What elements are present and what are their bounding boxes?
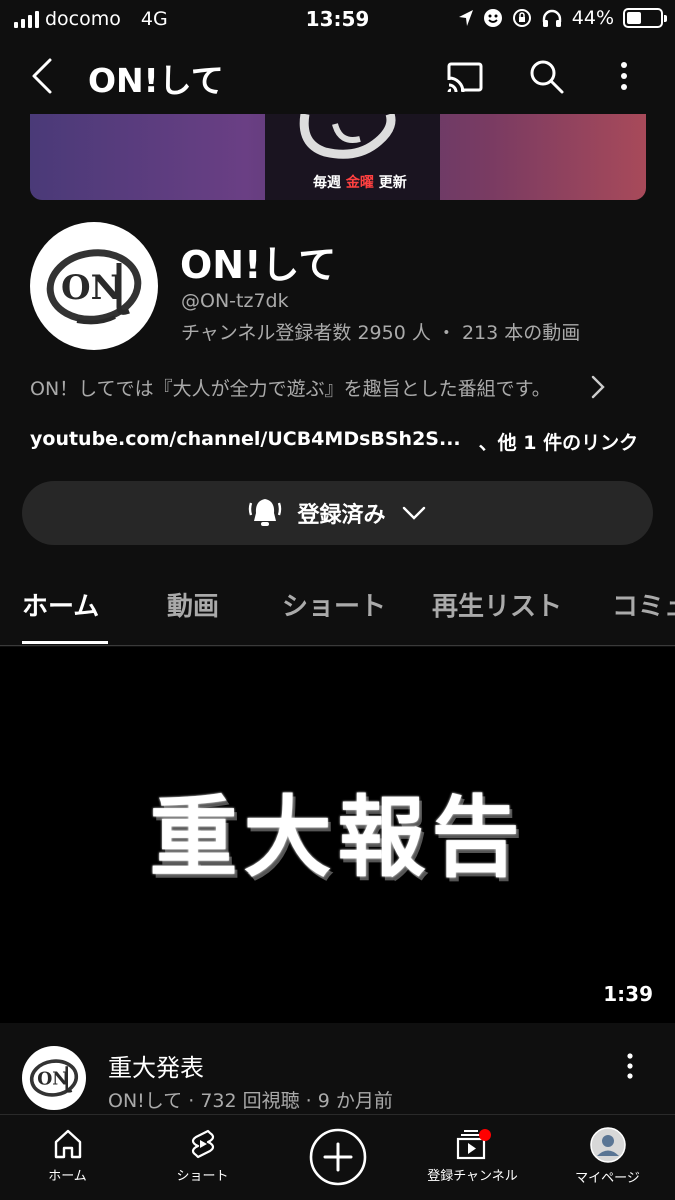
tab-home[interactable]: ホーム (22, 586, 99, 623)
banner-tag-weekly: 毎週 (313, 175, 341, 191)
subscribed-label: 登録済み (297, 503, 386, 528)
nav-library-label: マイページ (575, 1171, 640, 1186)
status-bar: docomo 4G 13:59 44% (0, 0, 675, 38)
video-title[interactable]: 重大発表 (108, 1048, 204, 1083)
nav-library[interactable]: マイページ (540, 1115, 675, 1200)
tab-community[interactable]: コミュ (612, 586, 675, 623)
bottom-navigation: ホーム ショート 登録チャンネル マイページ (0, 1114, 675, 1200)
subscriptions-icon (456, 1129, 491, 1160)
rotation-lock-icon (512, 9, 531, 27)
more-vert-icon[interactable] (604, 56, 644, 96)
face-icon (483, 9, 502, 27)
video-meta: ON!して · 732 回視聴 · 9 か月前 (108, 1090, 393, 1112)
channel-description[interactable]: ON！してでは『大人が全力で遊ぶ』を趣旨とした番組です。 (30, 374, 551, 401)
svg-text:ON: ON (61, 268, 122, 308)
create-icon (309, 1128, 366, 1186)
banner-tag-friday: 金曜 (345, 175, 374, 191)
back-icon[interactable] (26, 56, 62, 96)
headphones-icon (542, 9, 561, 27)
svg-text:ON: ON (37, 1070, 68, 1090)
nav-shorts[interactable]: ショート (135, 1115, 270, 1200)
nav-shorts-label: ショート (176, 1169, 229, 1184)
other-links[interactable]: 、他 1 件のリンク (479, 428, 638, 455)
tab-videos[interactable]: 動画 (167, 586, 219, 623)
featured-video-thumbnail[interactable]: 重大報告 1:39 (0, 647, 675, 1023)
channel-name: ON!して (180, 243, 337, 287)
tab-playlists[interactable]: 再生リスト (432, 586, 562, 623)
tab-shorts[interactable]: ショート (282, 586, 386, 623)
chevron-down-icon (402, 506, 425, 520)
notification-dot (478, 1129, 491, 1141)
channel-stats: チャンネル登録者数 2950 人 ・ 213 本の動画 (181, 322, 581, 344)
channel-avatar[interactable]: ON (30, 222, 158, 350)
nav-create[interactable] (270, 1115, 405, 1200)
subscribed-button[interactable]: 登録済み (22, 481, 653, 545)
channel-links: youtube.com/channel/UCB4MDsBSh2S... 、他 1… (30, 428, 638, 455)
video-duration: 1:39 (603, 982, 653, 1006)
channel-banner: 毎週 金曜 更新 (30, 114, 646, 200)
page-title: ON!して (88, 61, 224, 100)
chevron-right-icon[interactable] (588, 374, 608, 400)
channel-logo-icon: ON (46, 249, 142, 325)
home-icon (54, 1129, 81, 1159)
bell-ringing-icon (249, 499, 282, 526)
avatar-icon (589, 1127, 626, 1163)
nav-home-label: ホーム (48, 1169, 87, 1184)
thumbnail-headline: 重大報告 (149, 785, 526, 889)
channel-logo-icon: ON (29, 1059, 79, 1097)
nav-home[interactable]: ホーム (0, 1115, 135, 1200)
nav-subscriptions[interactable]: 登録チャンネル (405, 1115, 540, 1200)
battery-percent: 44% (571, 7, 614, 29)
shorts-icon (191, 1129, 214, 1159)
active-tab-indicator (22, 641, 108, 644)
channel-tabs: ホーム 動画 ショート 再生リスト コミュ (0, 570, 675, 646)
channel-handle: @ON-tz7dk (181, 290, 289, 312)
banner-tagline: 毎週 金曜 更新 (313, 172, 407, 192)
nav-subscriptions-label: 登録チャンネル (427, 1169, 518, 1184)
app-bar: ON!して (0, 40, 675, 112)
battery-icon (623, 8, 667, 28)
channel-link[interactable]: youtube.com/channel/UCB4MDsBSh2S... (30, 428, 461, 455)
location-icon (458, 10, 473, 26)
video-channel-avatar[interactable]: ON (22, 1046, 86, 1110)
search-icon[interactable] (526, 56, 566, 96)
more-vert-icon[interactable] (620, 1050, 640, 1082)
cast-icon[interactable] (444, 56, 484, 96)
banner-tag-update: 更新 (378, 175, 407, 191)
